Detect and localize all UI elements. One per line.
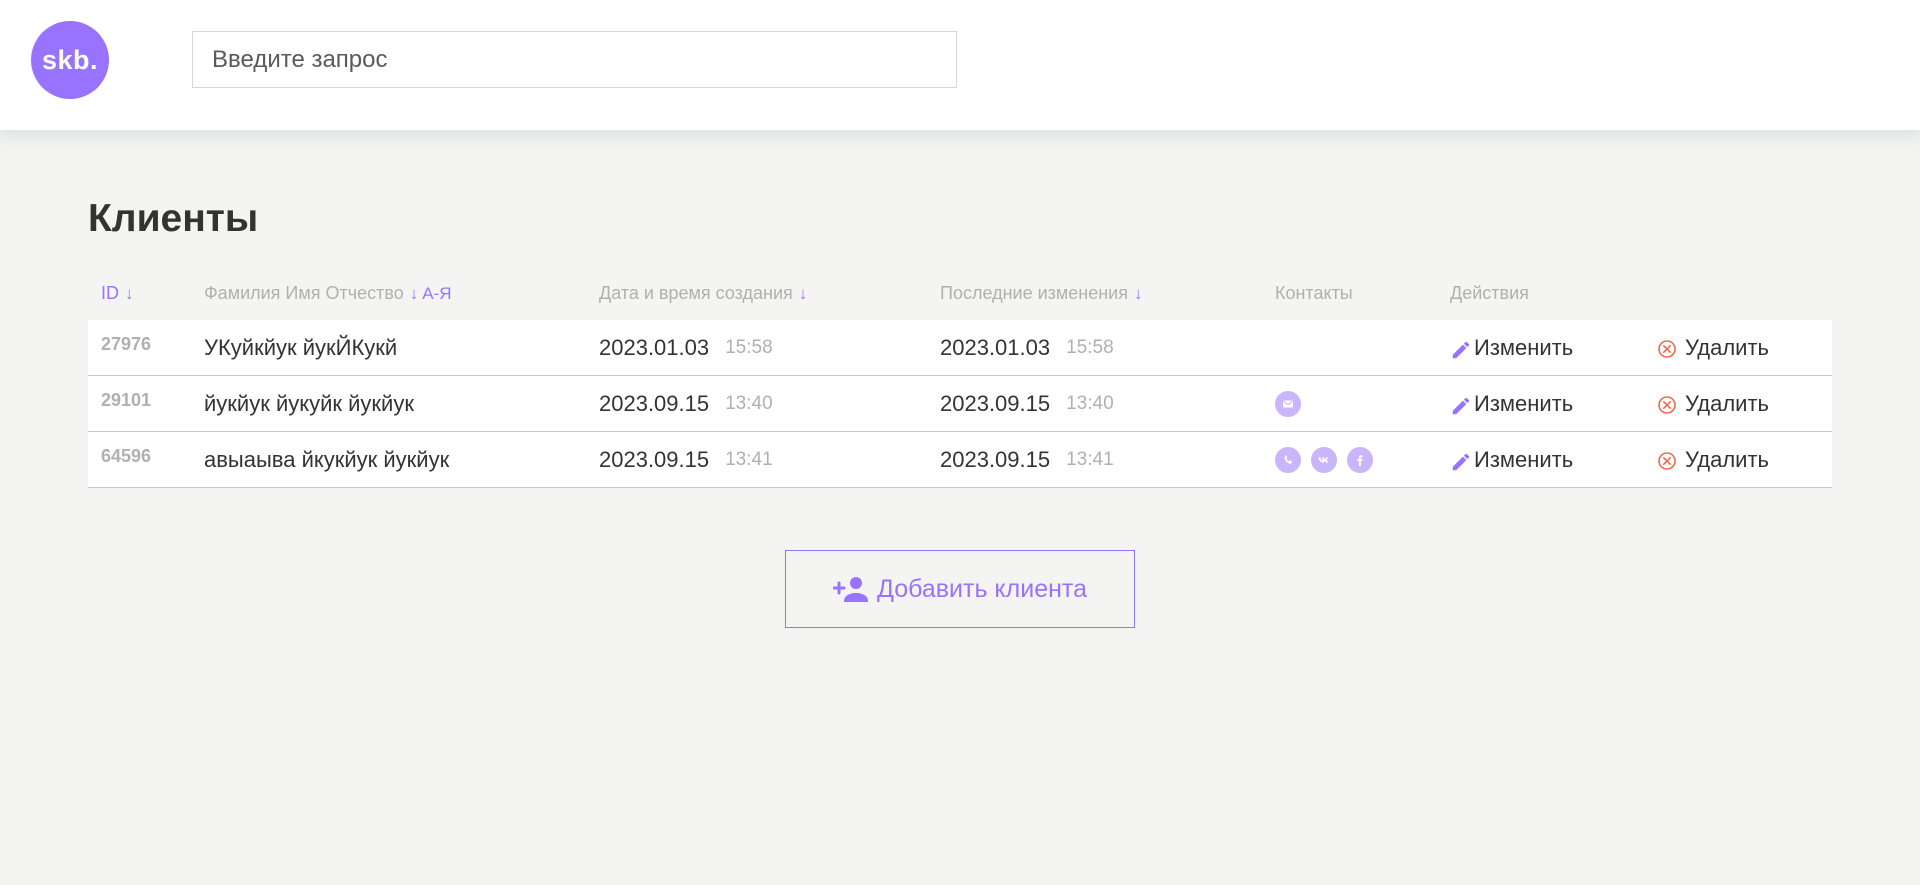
created-date: 2023.09.15 bbox=[599, 446, 710, 472]
logo: skb. bbox=[31, 21, 109, 99]
contacts-list bbox=[1275, 376, 1301, 431]
close-circle-icon bbox=[1658, 452, 1676, 470]
header: skb. bbox=[0, 0, 1920, 130]
created-date: 2023.01.03 bbox=[599, 334, 710, 360]
column-id-label: ID bbox=[101, 283, 119, 303]
updated-datetime: 2023.09.15 13:41 bbox=[940, 432, 1114, 487]
facebook-icon[interactable] bbox=[1347, 446, 1373, 473]
updated-time: 15:58 bbox=[1066, 336, 1114, 358]
edit-label: Изменить bbox=[1474, 446, 1574, 472]
created-time: 13:41 bbox=[725, 448, 773, 470]
close-circle-icon bbox=[1658, 396, 1676, 414]
pencil-icon bbox=[1452, 341, 1470, 358]
table-header: ID ↓ Фамилия Имя Отчество ↓ А-Я Дата и врем… bbox=[88, 283, 1832, 309]
created-time: 13:40 bbox=[725, 392, 773, 414]
edit-label: Изменить bbox=[1474, 334, 1574, 360]
updated-datetime: 2023.09.15 13:40 bbox=[940, 376, 1114, 431]
column-created-header[interactable]: Дата и время создания ↓ bbox=[599, 283, 807, 304]
updated-time: 13:41 bbox=[1066, 448, 1114, 470]
sort-arrow-icon: ↓ bbox=[125, 284, 134, 303]
add-user-icon bbox=[833, 577, 868, 602]
column-contacts-label: Контакты bbox=[1275, 283, 1353, 303]
edit-button[interactable]: Изменить bbox=[1450, 376, 1573, 431]
clients-table-body: 27976 УКуйкйук йукЙКукй 2023.01.03 15:58… bbox=[88, 320, 1832, 488]
edit-button[interactable]: Изменить bbox=[1450, 320, 1573, 375]
delete-button[interactable]: Удалить bbox=[1657, 376, 1769, 431]
created-datetime: 2023.09.15 13:41 bbox=[599, 432, 773, 487]
sort-arrow-icon: ↓ bbox=[1133, 284, 1143, 303]
mail-icon[interactable] bbox=[1275, 390, 1301, 417]
close-circle-icon bbox=[1658, 340, 1676, 358]
column-name-sort-label: А-Я bbox=[422, 284, 452, 303]
search-input[interactable] bbox=[192, 31, 957, 88]
updated-date: 2023.09.15 bbox=[940, 446, 1051, 472]
vk-icon[interactable] bbox=[1311, 446, 1337, 473]
table-row: 64596 авыаыва йкукйук йукйук 2023.09.15 … bbox=[88, 432, 1832, 488]
column-updated-header[interactable]: Последние изменения ↓ bbox=[940, 283, 1142, 304]
page-title: Клиенты bbox=[88, 197, 259, 240]
sort-arrow-icon: ↓ bbox=[798, 284, 808, 303]
created-date: 2023.09.15 bbox=[599, 390, 710, 416]
pencil-icon bbox=[1452, 453, 1470, 470]
delete-label: Удалить bbox=[1685, 334, 1769, 360]
edit-label: Изменить bbox=[1474, 390, 1574, 416]
add-client-label: Добавить клиента bbox=[877, 574, 1087, 603]
delete-button[interactable]: Удалить bbox=[1657, 320, 1769, 375]
pencil-icon bbox=[1452, 397, 1470, 414]
edit-button[interactable]: Изменить bbox=[1450, 432, 1573, 487]
updated-datetime: 2023.01.03 15:58 bbox=[940, 320, 1114, 375]
updated-date: 2023.01.03 bbox=[940, 334, 1051, 360]
client-id: 64596 bbox=[101, 446, 152, 466]
column-actions-header: Действия bbox=[1450, 283, 1529, 304]
created-time: 15:58 bbox=[725, 336, 773, 358]
client-id: 27976 bbox=[101, 334, 152, 354]
contacts-list bbox=[1275, 432, 1373, 487]
column-name-header[interactable]: Фамилия Имя Отчество ↓ А-Я bbox=[204, 283, 452, 304]
column-actions-label: Действия bbox=[1450, 283, 1529, 303]
client-name: УКуйкйук йукЙКукй bbox=[204, 334, 398, 360]
column-updated-label: Последние изменения bbox=[940, 283, 1128, 303]
column-created-label: Дата и время создания bbox=[599, 283, 793, 303]
updated-date: 2023.09.15 bbox=[940, 390, 1051, 416]
column-id-header[interactable]: ID ↓ bbox=[101, 283, 134, 304]
table-row: 29101 йукйук йукуйк йукйук 2023.09.15 13… bbox=[88, 376, 1832, 432]
delete-label: Удалить bbox=[1685, 446, 1769, 472]
created-datetime: 2023.09.15 13:40 bbox=[599, 376, 773, 431]
created-datetime: 2023.01.03 15:58 bbox=[599, 320, 773, 375]
column-name-label: Фамилия Имя Отчество bbox=[204, 283, 404, 303]
table-row: 27976 УКуйкйук йукЙКукй 2023.01.03 15:58… bbox=[88, 320, 1832, 376]
client-id: 29101 bbox=[101, 390, 152, 410]
client-name: йукйук йукуйк йукйук bbox=[204, 390, 414, 416]
client-name: авыаыва йкукйук йукйук bbox=[204, 446, 450, 472]
sort-arrow-icon: ↓ bbox=[409, 284, 419, 303]
add-client-button[interactable]: Добавить клиента bbox=[785, 550, 1135, 628]
phone-icon[interactable] bbox=[1275, 446, 1301, 473]
delete-label: Удалить bbox=[1685, 390, 1769, 416]
updated-time: 13:40 bbox=[1066, 392, 1114, 414]
column-contacts-header: Контакты bbox=[1275, 283, 1353, 304]
delete-button[interactable]: Удалить bbox=[1657, 432, 1769, 487]
